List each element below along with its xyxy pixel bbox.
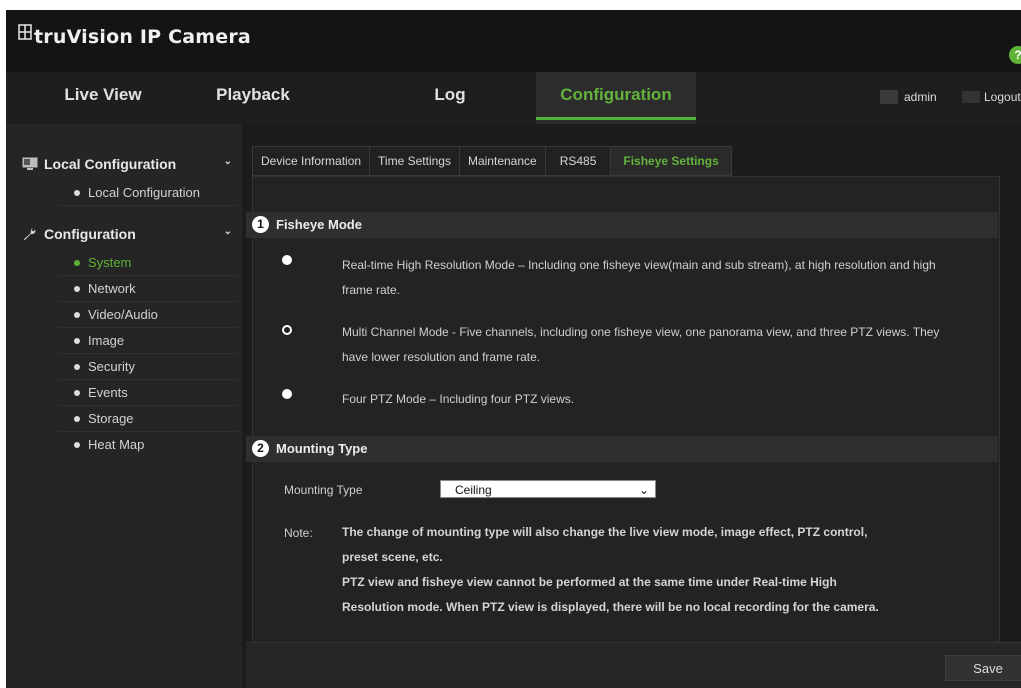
mounting-type-value: Ceiling <box>455 483 492 497</box>
brand-title: truVision IP Camera <box>34 26 251 48</box>
mounting-type-label: Mounting Type <box>284 483 363 497</box>
sidebar-section-local-configuration[interactable]: Local Configuration ⌄ <box>22 152 242 176</box>
section-fisheye-mode: 1 Fisheye Mode <box>246 212 998 238</box>
save-button[interactable]: Save <box>945 655 1021 681</box>
user-icon <box>880 90 898 104</box>
section-title: Fisheye Mode <box>276 217 362 232</box>
note-label: Note: <box>284 526 313 540</box>
monitor-icon <box>22 157 38 170</box>
sidebar-item-video-audio[interactable]: Video/Audio <box>58 302 238 328</box>
radio-four-ptz[interactable] <box>282 389 292 399</box>
nav-tab-live-view[interactable]: Live View <box>18 72 188 124</box>
sub-tabs: Device Information Time Settings Mainten… <box>252 146 732 176</box>
bullet-icon <box>74 312 80 319</box>
mounting-note: The change of mounting type will also ch… <box>342 525 879 614</box>
bullet-icon <box>74 390 80 397</box>
chevron-down-icon: ⌄ <box>223 226 232 237</box>
nav-tab-log[interactable]: Log <box>390 72 510 124</box>
bullet-icon <box>74 338 80 345</box>
section-title: Mounting Type <box>276 441 368 456</box>
main-content: Device Information Time Settings Mainten… <box>246 124 1021 688</box>
callout-marker-1: 1 <box>252 216 269 233</box>
network-logo-icon <box>18 24 32 40</box>
section-mounting-type: 2 Mounting Type <box>246 436 998 462</box>
nav-tab-configuration[interactable]: Configuration <box>536 72 696 124</box>
sidebar-item-local-configuration[interactable]: Local Configuration <box>58 180 238 206</box>
bullet-icon <box>74 442 80 449</box>
main-nav: Live View Playback Log Configuration adm… <box>6 72 1021 124</box>
logout-icon <box>962 91 980 103</box>
sidebar-section-label: Local Configuration <box>44 156 177 172</box>
camera-web-app: truVision IP Camera ? Live View Playback… <box>6 10 1021 688</box>
callout-marker-2: 2 <box>252 440 269 457</box>
bullet-icon <box>74 260 80 267</box>
sidebar-item-image[interactable]: Image <box>58 328 238 354</box>
wrench-icon <box>23 228 36 241</box>
sidebar-item-system[interactable]: System <box>58 250 238 276</box>
username: admin <box>904 90 937 104</box>
option-label-realtime-high-resolution: Real-time High Resolution Mode – Includi… <box>342 258 936 297</box>
nav-tab-playback[interactable]: Playback <box>192 72 314 124</box>
help-icon[interactable]: ? <box>1009 46 1021 64</box>
option-label-four-ptz: Four PTZ Mode – Including four PTZ views… <box>342 392 575 406</box>
sidebar: Local Configuration ⌄ Local Configuratio… <box>6 124 242 688</box>
chevron-down-icon: ⌄ <box>638 483 649 497</box>
radio-realtime-high-resolution[interactable] <box>282 255 292 265</box>
user-area[interactable]: admin <box>880 90 937 104</box>
chevron-down-icon: ⌄ <box>223 156 232 167</box>
tab-device-information[interactable]: Device Information <box>252 146 370 176</box>
bullet-icon <box>74 416 80 423</box>
sidebar-item-security[interactable]: Security <box>58 354 238 380</box>
sidebar-item-heat-map[interactable]: Heat Map <box>58 432 238 458</box>
tab-fisheye-settings[interactable]: Fisheye Settings <box>610 146 732 176</box>
tab-maintenance[interactable]: Maintenance <box>458 146 545 176</box>
mounting-type-select[interactable]: Ceiling ⌄ <box>440 480 656 498</box>
sidebar-item-events[interactable]: Events <box>58 380 238 406</box>
bullet-icon <box>74 286 80 293</box>
bullet-icon <box>74 364 80 371</box>
bullet-icon <box>74 190 80 197</box>
brand: truVision IP Camera <box>18 24 251 48</box>
radio-multi-channel[interactable] <box>282 325 292 335</box>
sidebar-section-configuration[interactable]: Configuration ⌄ <box>22 222 242 246</box>
sidebar-item-network[interactable]: Network <box>58 276 238 302</box>
footer-bar: Save <box>246 642 1021 688</box>
tab-rs485[interactable]: RS485 <box>544 146 611 176</box>
logout-link[interactable]: Logout <box>962 90 1021 104</box>
brand-bar: truVision IP Camera ? <box>6 10 1021 72</box>
sidebar-section-label: Configuration <box>44 226 136 242</box>
option-label-multi-channel: Multi Channel Mode - Five channels, incl… <box>342 325 940 364</box>
logout-label: Logout <box>984 90 1021 104</box>
tab-time-settings[interactable]: Time Settings <box>369 146 459 176</box>
sidebar-item-storage[interactable]: Storage <box>58 406 238 432</box>
